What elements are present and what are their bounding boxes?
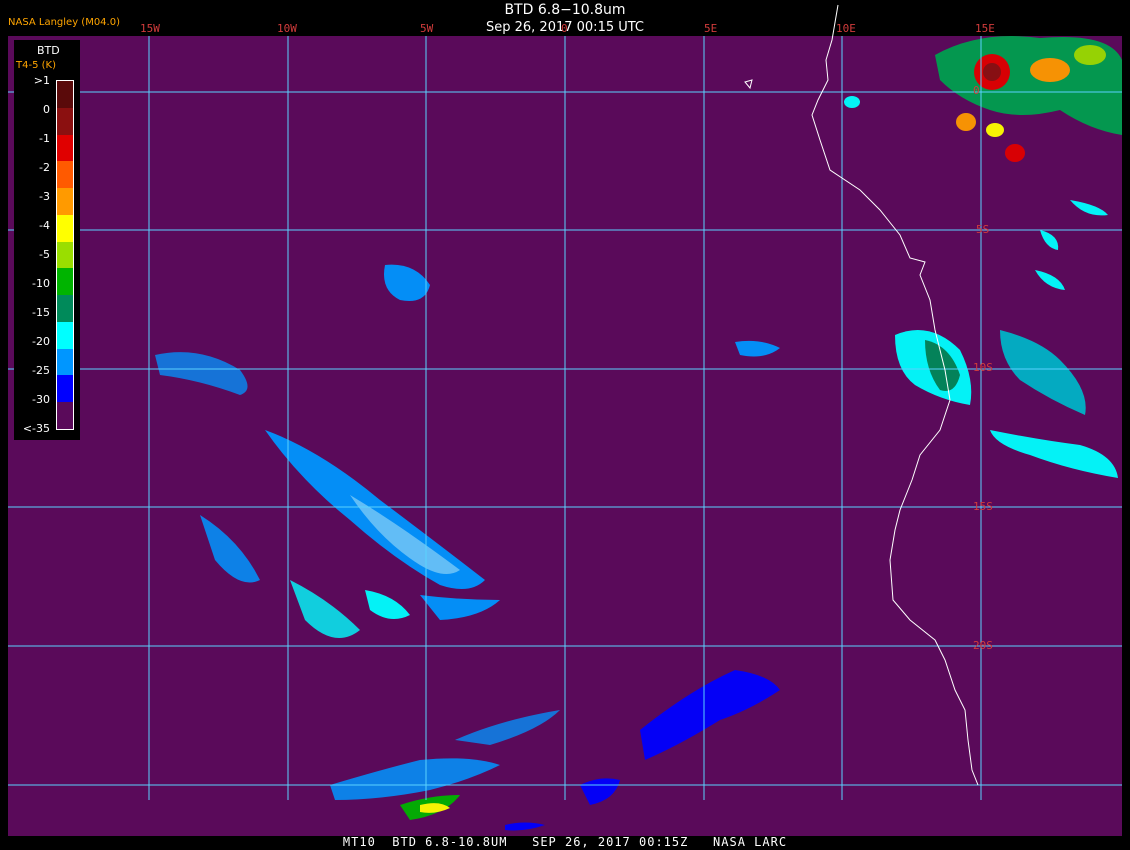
lat-label-10s: 10S: [973, 361, 993, 374]
lon-label-10w: 10W: [277, 22, 297, 35]
legend-swatch: [57, 81, 73, 109]
lat-label-0: 0: [973, 84, 980, 97]
legend-swatch: [57, 214, 73, 243]
legend-tick-label: -30: [32, 393, 50, 406]
legend-tick-label: -15: [32, 306, 50, 319]
legend-tick-label: -2: [39, 161, 50, 174]
legend-swatch: [57, 348, 73, 376]
lon-label-5e: 5E: [704, 22, 718, 35]
legend-swatch: [57, 375, 73, 403]
legend-color-bar: [56, 80, 74, 430]
legend-tick-label: -25: [32, 364, 50, 377]
lat-label-5s: 5S: [976, 223, 990, 236]
legend-swatch: [57, 241, 73, 269]
chart-title: BTD 6.8−10.8um: [504, 2, 626, 18]
legend-swatch: [57, 134, 73, 162]
lon-label-0: 0: [561, 22, 568, 35]
legend-tick-label: -20: [32, 335, 50, 348]
legend-swatch: [57, 188, 73, 216]
lon-label-15e: 15E: [975, 22, 995, 35]
legend-tick-label: -4: [39, 219, 50, 232]
legend-subtitle: T4-5 (K): [16, 60, 56, 71]
satellite-map: [8, 4, 1122, 836]
legend-swatch: [57, 321, 73, 350]
footer-caption: MT10 BTD 6.8-10.8UM SEP 26, 2017 00:15Z …: [342, 835, 788, 849]
legend-swatch: [57, 107, 73, 136]
legend-swatch: [57, 402, 73, 430]
legend-swatch: [57, 161, 73, 189]
legend-tick-label: -3: [39, 190, 50, 203]
legend-tick-label: <-35: [22, 422, 50, 435]
lat-label-15s: 15S: [973, 500, 993, 513]
legend-tick-label: >1: [33, 74, 50, 87]
lon-label-15w: 15W: [140, 22, 160, 35]
legend-swatch: [57, 295, 73, 323]
lon-label-10e: 10E: [836, 22, 856, 35]
legend-swatch: [57, 268, 73, 296]
legend-tick-label: -1: [39, 132, 50, 145]
legend-tick-label: -5: [39, 248, 50, 261]
org-label: NASA Langley (M04.0): [8, 17, 120, 28]
legend-tick-label: 0: [43, 103, 50, 116]
lon-label-5w: 5W: [420, 22, 434, 35]
lat-label-20s: 20S: [973, 639, 993, 652]
legend-title: BTD: [37, 44, 60, 57]
legend-tick-label: -10: [32, 277, 50, 290]
